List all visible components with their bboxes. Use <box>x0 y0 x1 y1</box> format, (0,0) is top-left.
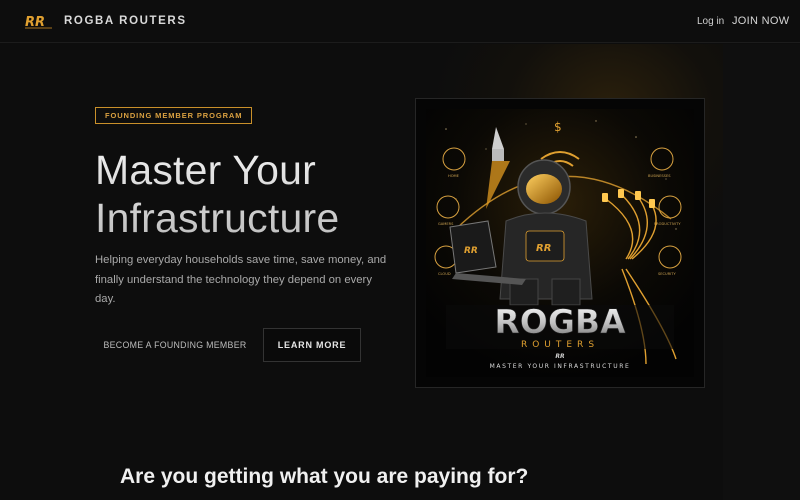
headline-line-2: Infrastructure <box>95 195 340 241</box>
hero-headline: Master Your Infrastructure <box>95 146 339 242</box>
icon-label-productivity: PRODUCTIVITY <box>654 222 681 226</box>
hero-wordmark: ROGBA <box>494 302 626 341</box>
section-title: Are you getting what you are paying for? <box>120 465 529 488</box>
login-link[interactable]: Log in <box>697 16 724 27</box>
svg-text:RR: RR <box>536 243 551 254</box>
icon-label-gamers: GAMERS <box>438 222 454 226</box>
svg-text:RR: RR <box>464 246 478 256</box>
top-nav: RR ROGBA ROUTERS Log in JOIN NOW <box>0 0 800 43</box>
brand-name[interactable]: ROGBA ROUTERS <box>64 15 187 27</box>
headline-line-1: Master Your <box>95 147 316 193</box>
icon-label-cloud: CLOUD <box>438 272 451 276</box>
dollar-icon: $ <box>554 120 562 134</box>
hero-monogram: RR <box>555 353 565 360</box>
icon-label-businesses: BUSINESSES <box>648 174 671 178</box>
icon-label-security: SECURITY <box>658 272 676 276</box>
hero-sub-wordmark: ROUTERS <box>521 340 599 350</box>
side-panel <box>723 44 800 500</box>
icon-label-home: HOME <box>448 174 460 178</box>
program-badge: FOUNDING MEMBER PROGRAM <box>95 107 253 124</box>
become-founding-member-button[interactable]: BECOME A FOUNDING MEMBER <box>95 328 255 362</box>
hero-subtitle: Helping everyday households save time, s… <box>95 254 387 305</box>
hero-astronaut-image: $ HOME GAMERS CLOUD BUSINESSES PRODUCTIV… <box>426 109 694 377</box>
rr-logo-icon[interactable]: RR <box>24 12 54 30</box>
join-now-link[interactable]: JOIN NOW <box>732 15 789 27</box>
hero-tagline: MASTER YOUR INFRASTRUCTURE <box>490 363 631 370</box>
learn-more-button[interactable]: LEARN MORE <box>263 328 361 362</box>
